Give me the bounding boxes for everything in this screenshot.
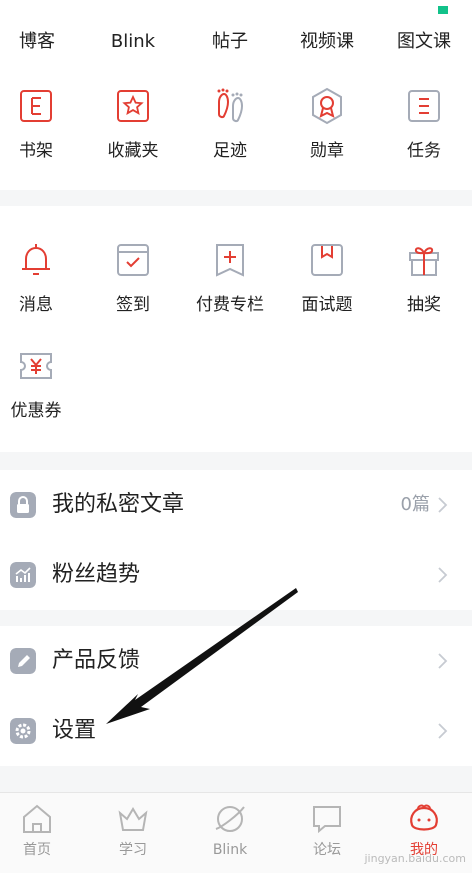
nav-label: 学习	[119, 842, 147, 858]
nav-label: 论坛	[313, 842, 341, 858]
nav-blink[interactable]: Blink	[183, 801, 277, 859]
annotation-arrow	[106, 588, 298, 724]
nav-forum[interactable]: 论坛	[280, 801, 374, 859]
watermark-text: jingyan.baidu.com	[364, 852, 466, 865]
nav-home[interactable]: 首页	[0, 801, 84, 859]
home-icon	[23, 804, 51, 833]
bottom-nav: 首页 学习 Blink 论坛 我的 jingyan.baidu.com	[0, 792, 472, 873]
profile-icon	[410, 804, 438, 831]
nav-label: 首页	[23, 842, 51, 858]
planet-icon	[215, 806, 245, 832]
nav-mine[interactable]: 我的	[377, 801, 471, 859]
nav-label: Blink	[212, 842, 248, 858]
chat-icon	[313, 806, 341, 834]
nav-learn[interactable]: 学习	[86, 801, 180, 859]
crown-icon	[118, 807, 148, 831]
